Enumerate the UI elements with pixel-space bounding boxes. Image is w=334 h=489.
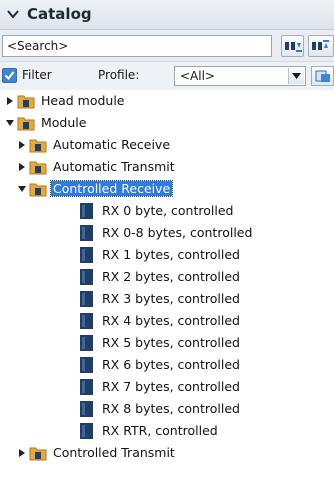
folder-icon [29, 447, 47, 461]
filter-checkbox[interactable] [2, 68, 17, 83]
tree-leaf-label: RX 5 bytes, controlled [102, 335, 240, 350]
catalog-title: Catalog [27, 5, 92, 23]
folder-icon [17, 117, 35, 131]
tree-leaf-label: RX RTR, controlled [102, 423, 218, 438]
tree-node-label: Automatic Transmit [53, 159, 175, 174]
folder-icon [17, 95, 35, 109]
module-icon [80, 357, 93, 373]
tree-leaf-label: RX 0 byte, controlled [102, 203, 234, 218]
tree-node-label: Automatic Receive [53, 137, 171, 152]
profile-settings-button[interactable] [311, 66, 334, 86]
tree-leaf-label: RX 6 bytes, controlled [102, 357, 240, 372]
module-icon [80, 247, 93, 263]
tree-node-label: Module [41, 115, 87, 130]
module-icon [80, 423, 93, 439]
tree-leaf-label: RX 7 bytes, controlled [102, 379, 240, 394]
search-input[interactable] [2, 35, 272, 57]
catalog-header[interactable]: Catalog [0, 0, 334, 30]
collapse-arrow-icon[interactable] [17, 184, 27, 194]
module-icon [80, 335, 93, 351]
dropdown-arrow[interactable] [288, 68, 304, 84]
folder-icon [29, 139, 47, 153]
module-icon [80, 313, 93, 329]
tree-node-label-selected: Controlled Receive [49, 180, 174, 197]
tree-leaf-label: RX 0-8 bytes, controlled [102, 225, 253, 240]
profile-settings-icon [315, 70, 330, 82]
expand-arrow-icon[interactable] [17, 162, 27, 172]
expand-arrow-icon[interactable] [17, 140, 27, 150]
module-icon [80, 379, 93, 395]
module-icon [80, 401, 93, 417]
profile-select[interactable]: <All> [174, 66, 306, 86]
filter-label: Filter [22, 68, 52, 82]
tree-node-label: Controlled Transmit [53, 445, 175, 460]
folder-icon [29, 161, 47, 175]
expand-arrow-icon[interactable] [17, 448, 27, 458]
module-icon [80, 291, 93, 307]
module-icon [80, 225, 93, 241]
tree-leaf-label: RX 4 bytes, controlled [102, 313, 240, 328]
search-down-button[interactable] [281, 35, 304, 57]
caret-down-icon [292, 73, 301, 79]
module-icon [80, 269, 93, 285]
checkmark-icon [4, 71, 15, 81]
tree-leaf-label: RX 8 bytes, controlled [102, 401, 240, 416]
search-up-icon [312, 40, 329, 50]
filter-toolbar: Filter Profile: <All> [0, 62, 334, 90]
tree-leaf-label: RX 1 bytes, controlled [102, 247, 240, 262]
expand-arrow-icon[interactable] [5, 96, 15, 106]
module-icon [80, 203, 93, 219]
tree-node-label: Head module [41, 93, 125, 108]
folder-icon [29, 183, 47, 197]
search-up-button[interactable] [308, 35, 334, 57]
collapse-arrow-icon[interactable] [5, 118, 15, 128]
profile-label: Profile: [98, 68, 140, 82]
chevron-down-icon[interactable] [6, 7, 20, 21]
tree-leaf-label: RX 3 bytes, controlled [102, 291, 240, 306]
search-down-icon [285, 42, 302, 52]
search-toolbar [0, 30, 334, 62]
profile-select-value: <All> [180, 69, 215, 83]
tree-leaf-label: RX 2 bytes, controlled [102, 269, 240, 284]
